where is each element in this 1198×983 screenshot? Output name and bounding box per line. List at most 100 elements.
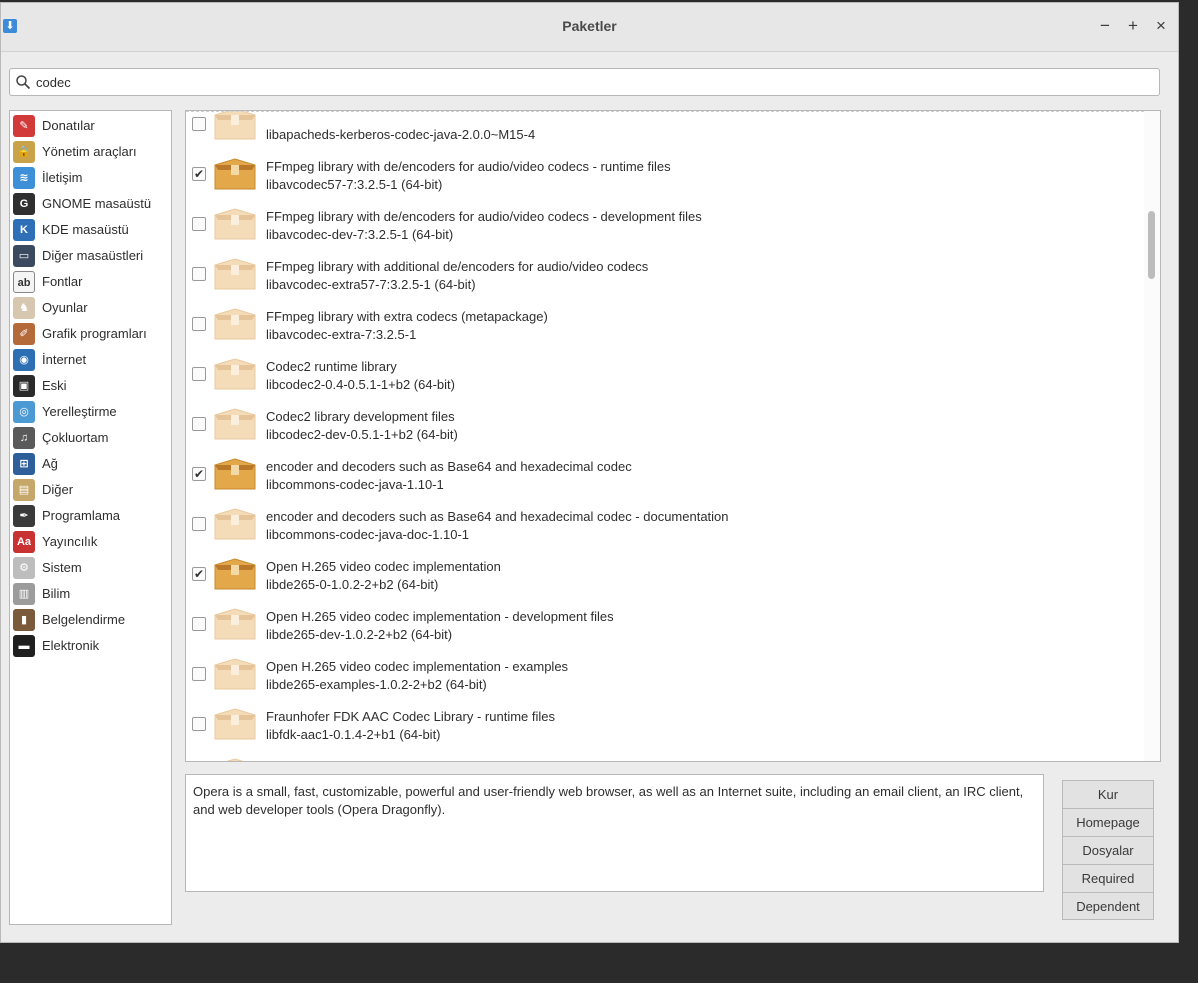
sidebar-item-label: Eski [42,378,67,393]
sidebar-item[interactable]: ▬ Elektronik [10,633,171,659]
other-icon: ▤ [13,479,35,501]
package-box-icon [212,355,258,393]
sidebar-item[interactable]: ▣ Eski [10,373,171,399]
package-row[interactable]: Codec2 runtime library libcodec2-0.4-0.5.… [186,343,1144,393]
package-row[interactable]: FFmpeg library with additional de/encode… [186,243,1144,293]
package-summary: Codec2 runtime library [266,359,397,374]
package-row[interactable]: ✔ Open H.265 video codec implementation li… [186,543,1144,593]
sidebar-item[interactable]: ▭ Diğer masaüstleri [10,243,171,269]
sidebar-item[interactable]: ⊞ Ağ [10,451,171,477]
sidebar-item[interactable]: ≋ İletişim [10,165,171,191]
sidebar-item[interactable]: ▮ Belgelendirme [10,607,171,633]
dependent-button[interactable]: Dependent [1062,892,1154,920]
network-icon: ⊞ [13,453,35,475]
package-box-icon [212,111,258,143]
sidebar-item-label: Oyunlar [42,300,88,315]
globe-icon: ◉ [13,349,35,371]
sidebar-item[interactable]: 🔒 Yönetim araçları [10,139,171,165]
package-row[interactable]: libapacheds-kerberos-codec-java-2.0.0~M1… [186,111,1144,143]
package-row[interactable]: Fraunhofer FDK AAC Codec Library - runti… [186,693,1144,743]
install-button[interactable]: Kur [1062,780,1154,808]
package-list[interactable]: Fraunhofer FDK AAC Codec Library - devel… [185,110,1161,762]
search-box[interactable] [9,68,1160,96]
accessories-icon: ✎ [13,115,35,137]
multimedia-icon: ♫ [13,427,35,449]
package-box-icon [212,305,258,343]
package-row[interactable]: encoder and decoders such as Base64 and … [186,493,1144,543]
package-box-icon [212,205,258,243]
sidebar-item[interactable]: ✎ Donatılar [10,113,171,139]
science-icon: ▥ [13,583,35,605]
package-checkbox[interactable]: ✔ [192,567,206,581]
package-checkbox[interactable] [192,717,206,731]
package-checkbox[interactable] [192,517,206,531]
package-checkbox[interactable] [192,267,206,281]
package-name: libcommons-codec-java-doc-1.10-1 [266,527,470,542]
sidebar-item[interactable]: ◎ Yerelleştirme [10,399,171,425]
package-summary: encoder and decoders such as Base64 and … [266,459,632,474]
package-row[interactable]: FFmpeg library with de/encoders for audi… [186,193,1144,243]
sidebar-item[interactable]: ▤ Diğer [10,477,171,503]
minimize-button[interactable]: − [1095,15,1115,37]
package-row[interactable]: Codec2 library development files libcodec… [186,393,1144,443]
package-checkbox[interactable] [192,317,206,331]
sidebar-item-label: Programlama [42,508,121,523]
sidebar-item[interactable]: ◉ İnternet [10,347,171,373]
sidebar-item[interactable]: ab Fontlar [10,269,171,295]
sidebar-item-label: Yerelleştirme [42,404,117,419]
package-list-scrollbar[interactable] [1144,111,1160,761]
package-checkbox[interactable] [192,417,206,431]
kde-icon: K [13,219,35,241]
sidebar-item[interactable]: G GNOME masaüstü [10,191,171,217]
publishing-icon: Aa [13,531,35,553]
package-row[interactable]: Fraunhofer FDK AAC Codec Library - devel… [186,743,1144,761]
sidebar-item[interactable]: ✒ Programlama [10,503,171,529]
package-checkbox[interactable] [192,667,206,681]
sidebar-item-label: Belgelendirme [42,612,126,627]
package-checkbox[interactable]: ✔ [192,167,206,181]
package-checkbox[interactable] [192,117,206,131]
package-checkbox[interactable] [192,217,206,231]
package-row[interactable]: Open H.265 video codec implementation - … [186,593,1144,643]
sidebar-item-label: Grafik programları [42,326,147,341]
sidebar-item-label: Yayıncılık [42,534,98,549]
required-button[interactable]: Required [1062,864,1154,892]
sidebar-item[interactable]: K KDE masaüstü [10,217,171,243]
maximize-button[interactable]: + [1123,15,1143,37]
package-row[interactable]: ✔ encoder and decoders such as Base64 and… [186,443,1144,493]
package-checkbox[interactable] [192,617,206,631]
sidebar-item-label: Sistem [42,560,82,575]
package-summary: encoder and decoders such as Base64 and … [266,509,729,524]
gnome-foot-icon: G [13,193,35,215]
close-button[interactable]: × [1151,15,1171,37]
sidebar-item[interactable]: ▥ Bilim [10,581,171,607]
documentation-icon: ▮ [13,609,35,631]
scrollbar-thumb[interactable] [1148,211,1155,279]
sidebar-item-label: İnternet [42,352,87,367]
sidebar-item[interactable]: ♫ Çokluortam [10,425,171,451]
package-checkbox[interactable]: ✔ [192,467,206,481]
sidebar-item[interactable]: ♞ Oyunlar [10,295,171,321]
search-icon [16,75,31,90]
package-row[interactable]: FFmpeg library with extra codecs (metapa… [186,293,1144,343]
homepage-button[interactable]: Homepage [1062,808,1154,836]
sidebar-item[interactable]: Aa Yayıncılık [10,529,171,555]
sidebar-item-label: Elektronik [42,638,100,653]
search-input[interactable] [36,72,1136,92]
files-button[interactable]: Dosyalar [1062,836,1154,864]
package-name: libde265-examples-1.0.2-2+b2 (64-bit) [266,677,487,692]
programming-icon: ✒ [13,505,35,527]
category-sidebar[interactable]: ✎ Donatılar 🔒 Yönetim araçları ≋ İletişim G GNO… [9,110,172,925]
package-summary: Fraunhofer FDK AAC Codec Library - devel… [266,759,586,761]
sidebar-item[interactable]: ✐ Grafik programları [10,321,171,347]
sidebar-item-label: Çokluortam [42,430,109,445]
package-box-icon [212,605,258,643]
package-checkbox[interactable] [192,367,206,381]
sidebar-item[interactable]: ⚙ Sistem [10,555,171,581]
localization-icon: ◎ [13,401,35,423]
sidebar-item-label: İletişim [42,170,83,185]
package-row[interactable]: Open H.265 video codec implementation - … [186,643,1144,693]
package-row[interactable]: ✔ FFmpeg library with de/encoders for aud… [186,143,1144,193]
graphics-icon: ✐ [13,323,35,345]
titlebar[interactable]: ⬇ Paketler − + × [1,3,1178,52]
